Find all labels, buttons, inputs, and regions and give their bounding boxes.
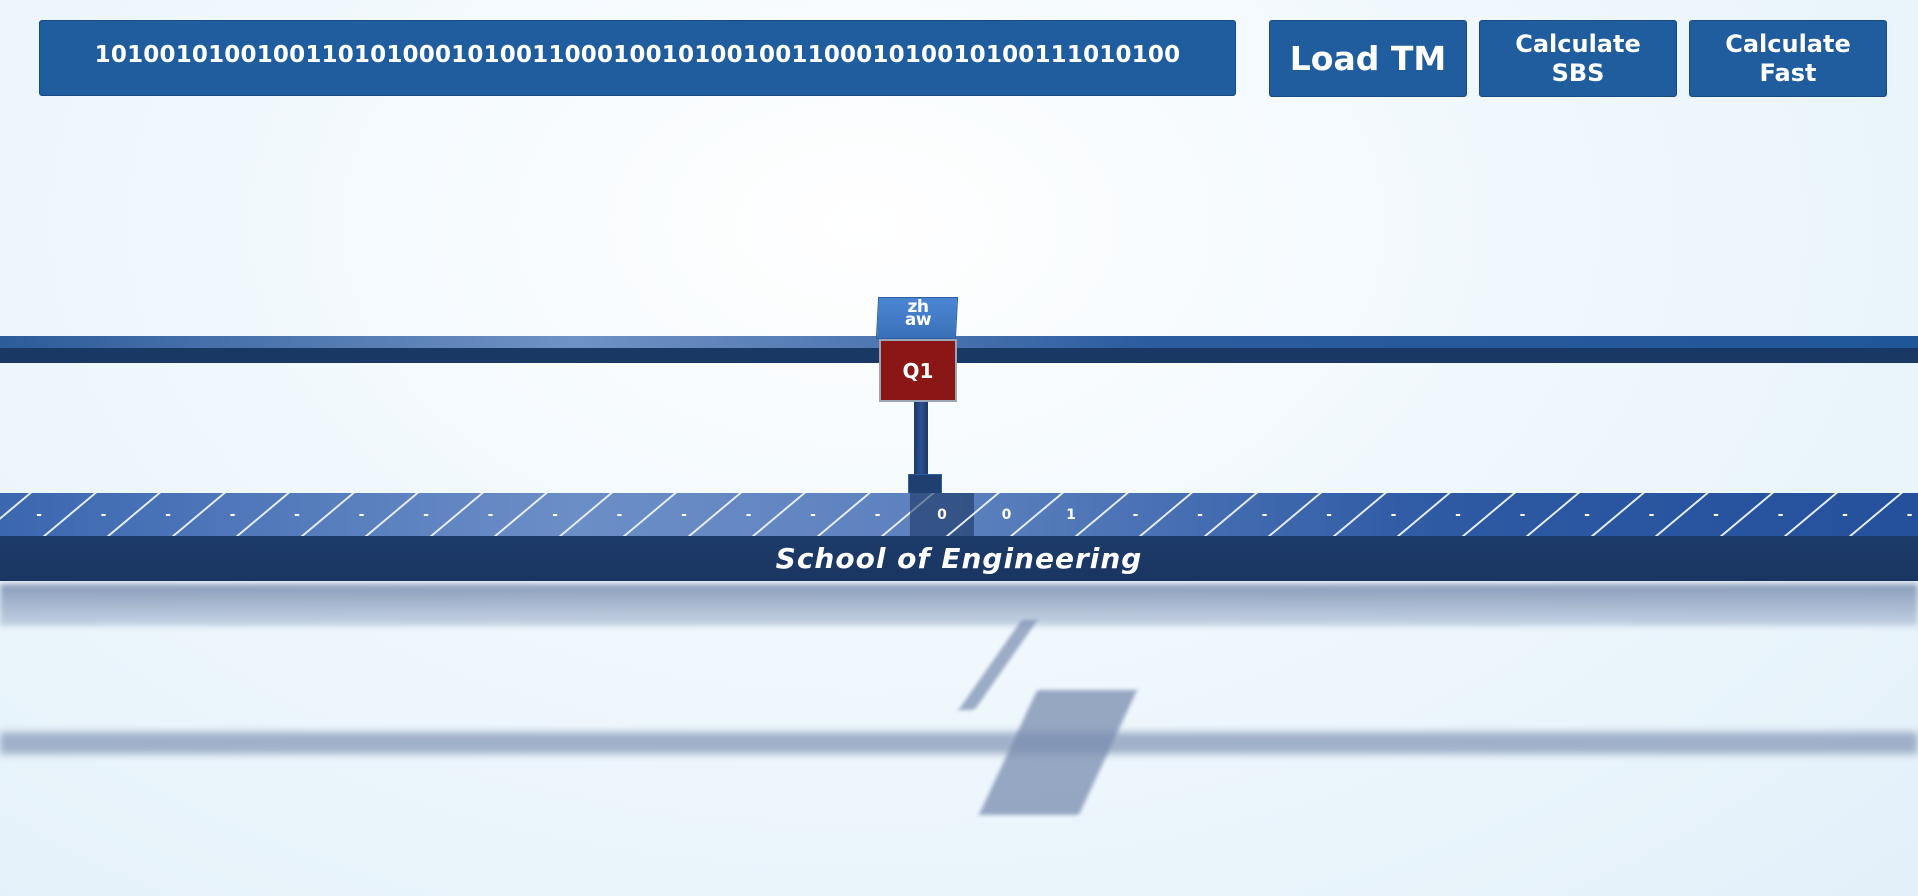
calculate-fast-button[interactable]: Calculate Fast [1689, 20, 1887, 97]
tape-cell: - [616, 506, 623, 523]
tape-cell: - [745, 506, 752, 523]
tape-cell: - [1713, 506, 1719, 523]
tape-cell: - [100, 506, 107, 523]
tape-cell: - [1842, 506, 1848, 523]
tape-cell: - [1390, 506, 1397, 523]
tape-cell: - [552, 506, 558, 523]
tape-cell: - [1132, 506, 1139, 523]
tape-cell: - [487, 506, 494, 523]
tape-cell: - [874, 506, 881, 523]
tape-cell: - [1777, 506, 1784, 523]
tape-cell: - [1326, 506, 1332, 523]
load-tm-button[interactable]: Load TM [1269, 20, 1467, 97]
tm-encoding-input-box[interactable] [39, 20, 1236, 96]
tape-cell: - [1584, 506, 1590, 523]
tape-cell: 1 [1066, 506, 1076, 523]
tape-cell: - [294, 506, 300, 523]
tape-cell: - [36, 506, 42, 523]
tape-cell: 0 [910, 493, 974, 536]
rail-shadow [0, 732, 1918, 754]
tape-cell: - [229, 506, 236, 523]
tape-cell: - [1519, 506, 1526, 523]
tape-cell: - [1648, 506, 1655, 523]
tape-cell: - [423, 506, 429, 523]
tape-cell: 0 [1001, 506, 1012, 523]
head-pole [914, 402, 928, 480]
tape-cell: - [358, 506, 365, 523]
tape-cell: - [1261, 506, 1268, 523]
head-state-display: Q1 [879, 339, 957, 402]
tape-cell: - [1455, 506, 1461, 523]
tape-cell: - [165, 506, 171, 523]
rail-bottom [0, 348, 1918, 363]
zhaw-logo: zh aw [904, 297, 932, 330]
tm-encoding-input[interactable] [40, 42, 1235, 68]
tape-label: School of Engineering [0, 536, 1918, 581]
rail-top [0, 336, 1918, 348]
tape: - - - - - - - - - - - - - - 0 0 1 - - - - - - - - - - - - - [0, 493, 1918, 536]
tape-cell: - [810, 506, 816, 523]
tape-shadow [0, 584, 1918, 626]
tape-cell: - [1906, 506, 1913, 523]
tape-cell: - [1197, 506, 1203, 523]
calculate-sbs-button[interactable]: Calculate SBS [1479, 20, 1677, 97]
tape-cell: - [681, 506, 687, 523]
head-pole-shadow [958, 620, 1038, 710]
